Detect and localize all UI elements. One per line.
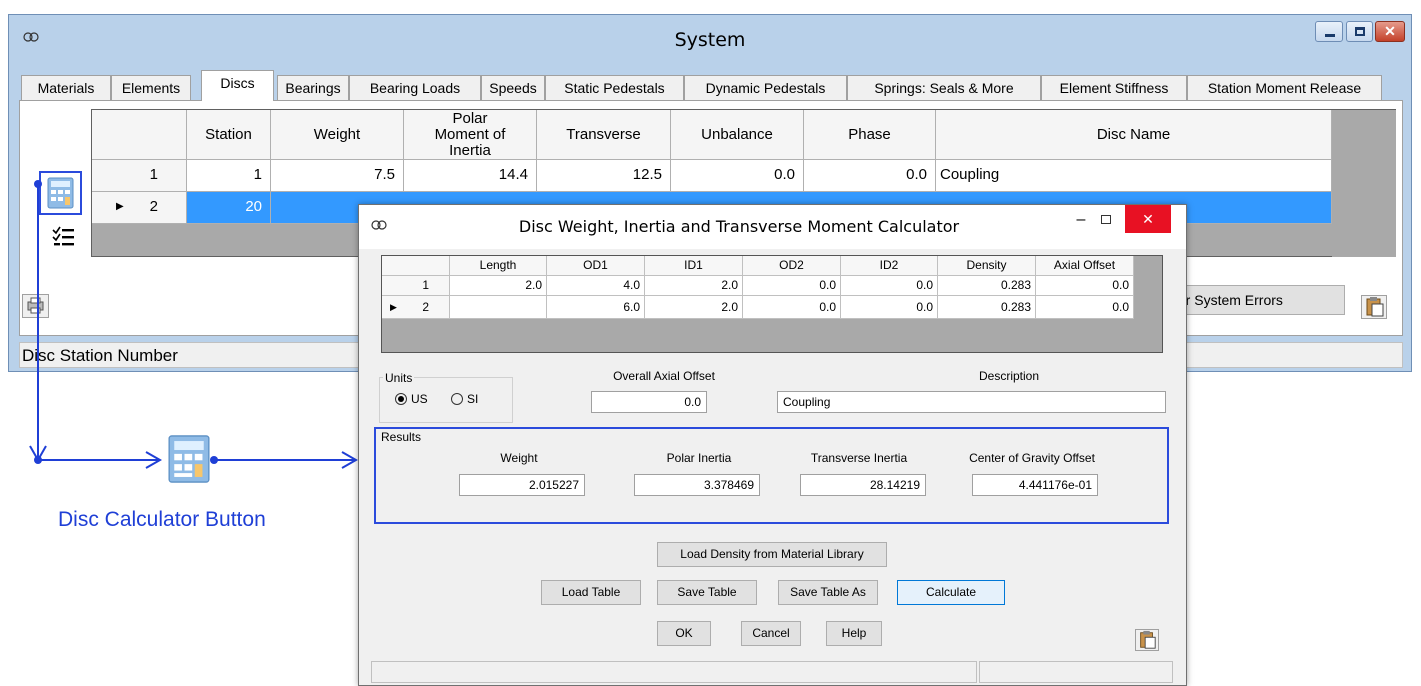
weight-label: Weight <box>500 451 538 465</box>
row-number: 2 <box>422 300 429 314</box>
current-row-arrow-icon: ▶ <box>390 302 397 312</box>
cell-od1[interactable]: 4.0 <box>547 276 645 296</box>
cell-axial-offset[interactable]: 0.0 <box>1036 296 1134 319</box>
cell-length[interactable]: 0.1 <box>450 296 547 319</box>
units-us-radio[interactable]: US <box>395 392 428 406</box>
polar-inertia-label: Polar Inertia <box>666 451 732 465</box>
overall-axial-offset-label: Overall Axial Offset <box>613 369 715 383</box>
units-si-label: SI <box>467 392 479 406</box>
help-button[interactable]: Help <box>826 621 882 646</box>
cell-od2[interactable]: 0.0 <box>743 276 841 296</box>
calculator-status-bar <box>371 661 977 683</box>
annotation-label: Disc Calculator Button <box>58 508 266 531</box>
save-table-as-button[interactable]: Save Table As <box>778 580 878 605</box>
minimize-icon[interactable]: – <box>1071 211 1091 231</box>
cell-id2[interactable]: 0.0 <box>841 276 938 296</box>
ok-button[interactable]: OK <box>657 621 711 646</box>
calculator-title: Disc Weight, Inertia and Transverse Mome… <box>518 217 960 236</box>
tab-discs[interactable]: Discs <box>201 70 274 101</box>
results-label: Results <box>381 430 422 444</box>
transverse-inertia-output: 28.14219 <box>800 474 926 496</box>
cell-od2[interactable]: 0.0 <box>743 296 841 319</box>
cell-od1[interactable]: 6.0 <box>547 296 645 319</box>
col-header-axial-offset[interactable]: Axial Offset <box>1036 256 1134 276</box>
polar-inertia-output: 3.378469 <box>634 474 760 496</box>
calculate-button[interactable]: Calculate <box>897 580 1005 605</box>
cell-id1[interactable]: 2.0 <box>645 296 743 319</box>
cell-density[interactable]: 0.283 <box>938 296 1036 319</box>
col-header-od1[interactable]: OD1 <box>547 256 645 276</box>
col-header-id1[interactable]: ID1 <box>645 256 743 276</box>
paste-button[interactable] <box>1135 629 1159 651</box>
cg-offset-output: 4.441176e-01 <box>972 474 1098 496</box>
overall-axial-offset-input[interactable]: 0.0 <box>591 391 707 413</box>
radio-unchecked-icon <box>451 393 463 405</box>
cell-length[interactable]: 2.0 <box>450 276 547 296</box>
description-label: Description <box>978 369 1040 383</box>
cancel-button[interactable]: Cancel <box>741 621 801 646</box>
row-header[interactable]: 1 <box>382 276 450 296</box>
radio-checked-icon <box>395 393 407 405</box>
calculator-icon-enlarged <box>164 432 214 486</box>
row-header[interactable]: ▶ 2 <box>382 296 450 319</box>
description-input[interactable]: Coupling <box>777 391 1166 413</box>
cell-axial-offset[interactable]: 0.0 <box>1036 276 1134 296</box>
grid-corner <box>382 256 450 276</box>
units-us-label: US <box>411 392 428 406</box>
weight-output: 2.015227 <box>459 474 585 496</box>
col-header-id2[interactable]: ID2 <box>841 256 938 276</box>
transverse-inertia-label: Transverse Inertia <box>810 451 908 465</box>
calculator-status-panel <box>979 661 1173 683</box>
col-header-density[interactable]: Density <box>938 256 1036 276</box>
col-header-length[interactable]: Length <box>450 256 547 276</box>
load-table-button[interactable]: Load Table <box>541 580 641 605</box>
calculator-dialog: Disc Weight, Inertia and Transverse Mome… <box>358 204 1187 686</box>
cell-density[interactable]: 0.283 <box>938 276 1036 296</box>
annotation-dot <box>34 180 42 188</box>
load-density-button[interactable]: Load Density from Material Library <box>657 542 887 567</box>
cell-id1[interactable]: 2.0 <box>645 276 743 296</box>
col-header-od2[interactable]: OD2 <box>743 256 841 276</box>
disc-segments-grid: Length OD1 ID1 OD2 ID2 Density Axial Off… <box>381 255 1163 353</box>
close-icon: ✕ <box>1142 211 1154 227</box>
units-label: Units <box>383 371 415 385</box>
annotation-dot <box>34 456 42 464</box>
maximize-icon[interactable] <box>1101 215 1111 224</box>
cg-offset-label: Center of Gravity Offset <box>969 451 1095 465</box>
units-si-radio[interactable]: SI <box>451 392 478 406</box>
clipboard-icon <box>1140 630 1156 649</box>
calculator-title-bar: Disc Weight, Inertia and Transverse Mome… <box>359 205 1186 249</box>
cell-id2[interactable]: 0.0 <box>841 296 938 319</box>
close-button[interactable]: ✕ <box>1125 205 1171 233</box>
save-table-button[interactable]: Save Table <box>657 580 757 605</box>
